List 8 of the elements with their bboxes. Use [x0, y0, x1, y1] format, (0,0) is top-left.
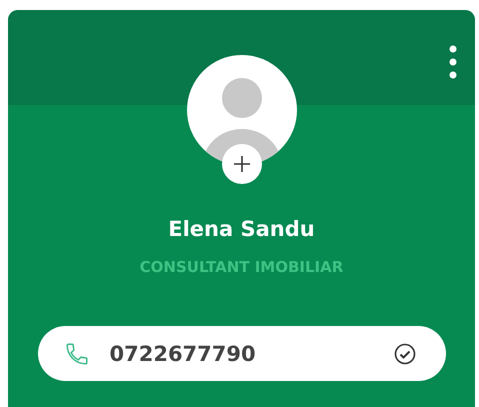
profile-role: CONSULTANT IMOBILIAR	[140, 258, 344, 276]
plus-icon	[232, 154, 252, 174]
phone-number: 0722677790	[110, 342, 257, 366]
phone-field[interactable]: 0722677790	[38, 326, 446, 381]
add-photo-button[interactable]	[222, 144, 262, 184]
more-options-icon[interactable]	[449, 45, 457, 79]
profile-name: Elena Sandu	[168, 217, 315, 241]
phone-icon	[64, 340, 90, 366]
